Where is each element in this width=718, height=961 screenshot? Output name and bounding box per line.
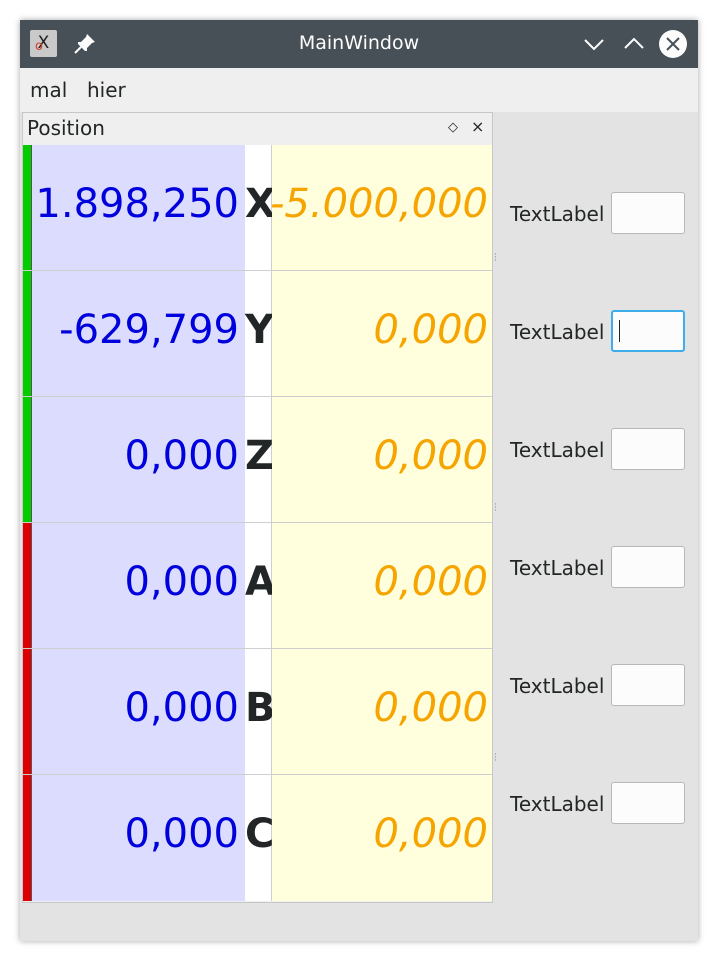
axis-label: Z xyxy=(245,433,275,479)
target-value: 0,000 xyxy=(373,307,488,353)
axis-row-y: -629,799 Y 0,000 xyxy=(23,271,492,397)
axis-cell: X xyxy=(245,145,276,270)
menu-bar: mal hier xyxy=(20,68,698,112)
text-label: TextLabel xyxy=(510,320,605,344)
menu-item-hier[interactable]: hier xyxy=(87,78,126,102)
status-indicator xyxy=(23,397,32,522)
axis-cell: C xyxy=(245,775,275,901)
axis-cell: A xyxy=(245,523,276,648)
splitter-handle[interactable]: · · · xyxy=(494,251,498,266)
actual-value: 1.898,250 xyxy=(35,181,239,227)
target-value: 0,000 xyxy=(373,433,488,479)
axis-cell: Z xyxy=(245,397,275,522)
axis-row-z: 0,000 Z 0,000 xyxy=(23,397,492,523)
actual-value: 0,000 xyxy=(124,685,239,731)
status-indicator xyxy=(23,271,32,396)
close-icon[interactable] xyxy=(659,30,687,58)
axis-cell: B xyxy=(245,649,276,774)
axis-label: C xyxy=(245,811,275,857)
actual-value: 0,000 xyxy=(124,811,239,857)
target-value: 0,000 xyxy=(373,685,488,731)
target-cell: 0,000 xyxy=(272,523,492,648)
text-input[interactable] xyxy=(611,664,685,706)
axis-row-x: 1.898,250 X -5.000,000 xyxy=(23,145,492,271)
dock-title: Position xyxy=(27,116,105,140)
text-label: TextLabel xyxy=(510,438,605,462)
dock-close-icon[interactable]: × xyxy=(471,117,484,136)
target-value: 0,000 xyxy=(373,559,488,605)
main-window: oX MainWindow mal hier Position ◇ × 1.89… xyxy=(20,20,698,941)
actual-value: -629,799 xyxy=(59,307,239,353)
axis-label: Y xyxy=(245,307,274,353)
splitter-handle[interactable]: · · · xyxy=(494,501,498,516)
actual-cell: 0,000 xyxy=(32,397,245,522)
text-input[interactable] xyxy=(611,192,685,234)
text-label: TextLabel xyxy=(510,556,605,580)
actual-value: 0,000 xyxy=(124,559,239,605)
actual-cell: 1.898,250 xyxy=(32,145,245,270)
axis-cell: Y xyxy=(245,271,274,396)
text-label: TextLabel xyxy=(510,674,605,698)
position-grid: 1.898,250 X -5.000,000 -629,799 Y 0,000 … xyxy=(23,145,492,903)
target-value: -5.000,000 xyxy=(269,181,488,227)
text-input[interactable] xyxy=(611,782,685,824)
target-value: 0,000 xyxy=(373,811,488,857)
chevron-down-icon[interactable] xyxy=(580,30,608,58)
text-label: TextLabel xyxy=(510,202,605,226)
target-cell: -5.000,000 xyxy=(269,145,492,270)
actual-value: 0,000 xyxy=(124,433,239,479)
axis-row-b: 0,000 B 0,000 xyxy=(23,649,492,775)
actual-cell: 0,000 xyxy=(32,649,245,774)
actual-cell: -629,799 xyxy=(32,271,245,396)
target-cell: 0,000 xyxy=(272,271,492,396)
status-indicator xyxy=(23,145,32,270)
chevron-up-icon[interactable] xyxy=(620,30,648,58)
text-label: TextLabel xyxy=(510,792,605,816)
actual-cell: 0,000 xyxy=(32,775,245,901)
axis-row-a: 0,000 A 0,000 xyxy=(23,523,492,649)
axis-row-c: 0,000 C 0,000 xyxy=(23,775,492,901)
status-indicator xyxy=(23,775,32,901)
target-cell: 0,000 xyxy=(272,649,492,774)
text-caret xyxy=(619,320,620,342)
menu-item-mal[interactable]: mal xyxy=(30,78,67,102)
axis-label: B xyxy=(245,685,276,731)
status-indicator xyxy=(23,523,32,648)
text-input-focused[interactable] xyxy=(611,310,685,352)
position-dock: Position ◇ × 1.898,250 X -5.000,000 -629… xyxy=(22,112,493,903)
title-bar: oX MainWindow xyxy=(20,20,698,68)
actual-cell: 0,000 xyxy=(32,523,245,648)
status-indicator xyxy=(23,649,32,774)
target-cell: 0,000 xyxy=(272,397,492,522)
target-cell: 0,000 xyxy=(272,775,492,901)
text-input[interactable] xyxy=(611,546,685,588)
text-input[interactable] xyxy=(611,428,685,470)
float-icon[interactable]: ◇ xyxy=(448,120,458,135)
splitter-handle[interactable]: · · · xyxy=(494,751,498,766)
